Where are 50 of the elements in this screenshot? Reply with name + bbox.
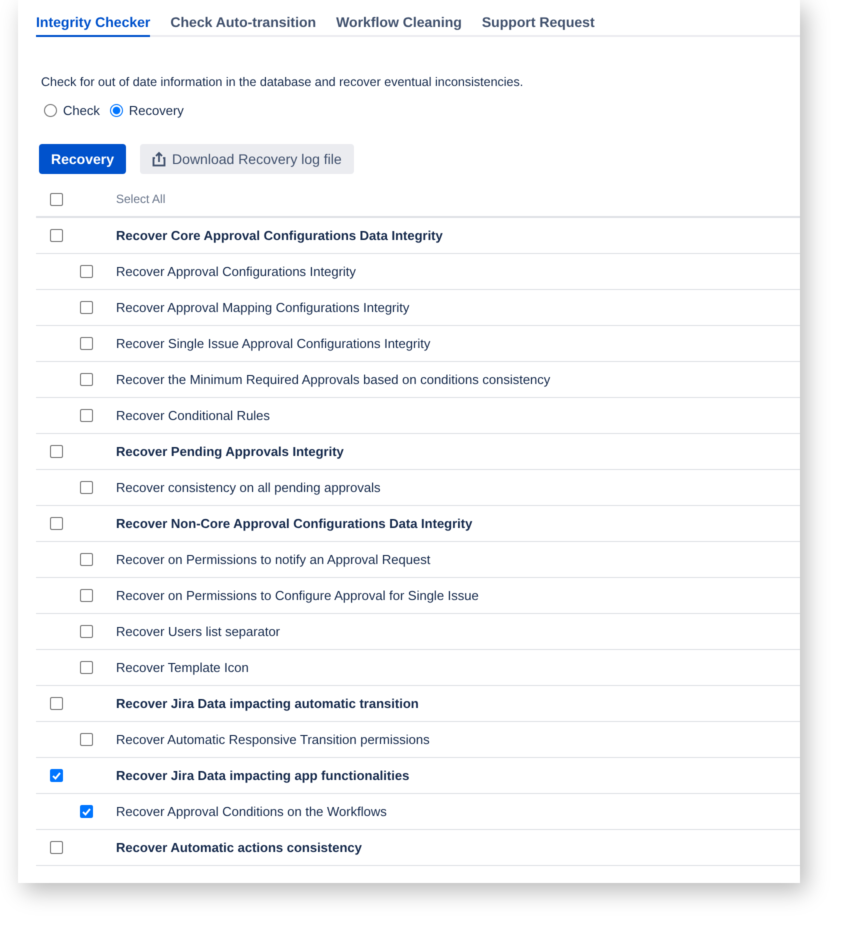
checkbox[interactable] [80,265,93,278]
group-label: Recover Jira Data impacting automatic transition [116,696,419,711]
group-label: Recover Jira Data impacting app functionalities [116,768,410,783]
tab[interactable]: Support Request [482,10,595,37]
recovery-button[interactable]: Recovery [39,144,126,174]
checkbox[interactable] [50,229,63,242]
item-label: Recover Approval Mapping Configurations Integrity [116,300,410,315]
checkbox[interactable] [80,337,93,350]
checkbox[interactable] [80,301,93,314]
item-label: Recover Template Icon [116,660,249,675]
checkbox[interactable] [80,733,93,746]
tab[interactable]: Workflow Cleaning [336,10,462,37]
checkbox[interactable] [50,445,63,458]
checkbox[interactable] [80,805,93,818]
item-label: Recover on Permissions to Configure Approval for Single Issue [116,588,479,603]
select-all-label: Select All [116,192,166,206]
checkbox[interactable] [80,625,93,638]
group-label: Recover Non-Core Approval Configurations Data Integrity [116,516,472,531]
group-label: Recover Core Approval Configurations Data Integrity [116,228,443,243]
radio-label: Recovery [128,103,184,118]
item-label: Recover Automatic Responsive Transition permissions [116,732,430,747]
tab[interactable]: Integrity Checker [36,10,150,37]
item-label: Recover consistency on all pending approvals [116,480,380,495]
item-label: Recover Conditional Rules [116,408,270,423]
checkbox[interactable] [80,481,93,494]
radio-label: Check [63,103,100,118]
checkbox[interactable] [80,553,93,566]
item-label: Recover the Minimum Required Approvals based on conditions consistency [116,372,550,387]
checkbox[interactable] [50,769,63,782]
upload-icon [152,151,166,167]
tab[interactable]: Check Auto-transition [170,10,316,37]
checkbox[interactable] [80,661,93,674]
checkbox[interactable] [80,373,93,386]
checkbox[interactable] [80,589,93,602]
description-text: Check for out of date information in the database and recover eventual inconsistencies. [41,75,524,89]
checkbox[interactable] [50,192,63,206]
item-label: Recover on Permissions to notify an Approval Request [116,552,430,567]
group-label: Recover Pending Approvals Integrity [116,444,344,459]
checkbox[interactable] [80,409,93,422]
item-label: Recover Single Issue Approval Configurations Integrity [116,336,430,351]
checkbox[interactable] [50,841,63,854]
item-label: Recover Approval Conditions on the Workflows [116,804,387,819]
item-label: Recover Approval Configurations Integrity [116,264,356,279]
group-label: Recover Automatic actions consistency [116,840,362,855]
checkbox[interactable] [50,517,63,530]
download-button[interactable]: Download Recovery log file [140,144,354,174]
checkbox[interactable] [50,697,63,710]
radio-button[interactable] [44,104,57,117]
radio-button[interactable] [110,104,123,117]
item-label: Recover Users list separator [116,624,280,639]
